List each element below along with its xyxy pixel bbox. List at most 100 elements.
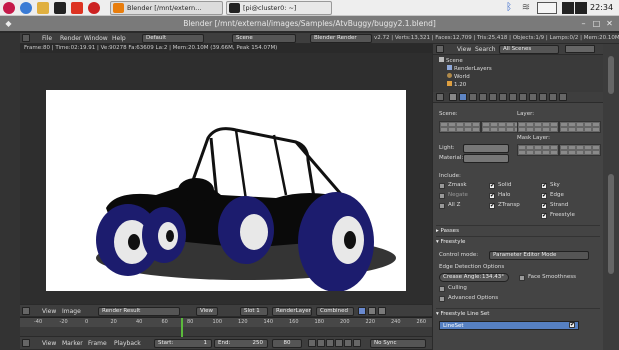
next-keyframe-icon[interactable]	[344, 339, 352, 347]
scene-select[interactable]: Scene	[232, 34, 296, 43]
outliner-scroll-thumb[interactable]	[608, 56, 614, 94]
scene-layer-grid[interactable]	[439, 121, 481, 133]
prev-keyframe-icon[interactable]	[317, 339, 325, 347]
light-field[interactable]	[463, 144, 509, 153]
freestyle-section[interactable]: ▾ Freestyle	[436, 236, 600, 246]
outliner-scrollbar[interactable]	[603, 44, 619, 350]
menu-playback[interactable]: Playback	[114, 339, 141, 348]
bluetooth-icon[interactable]: ᛒ	[503, 2, 515, 14]
layer-grid-2[interactable]	[559, 121, 601, 133]
menu-help[interactable]: Help	[112, 34, 126, 43]
include-halo-checkbox[interactable]	[489, 192, 495, 199]
include-solid-checkbox[interactable]	[489, 182, 495, 189]
terminal-icon[interactable]	[54, 2, 66, 14]
properties-scroll-thumb[interactable]	[608, 174, 614, 274]
texture-tab-icon[interactable]	[539, 93, 547, 101]
zbuffer-icon[interactable]	[378, 307, 386, 315]
menu-marker[interactable]: Marker	[62, 339, 83, 348]
timeline-editor-type-icon[interactable]	[22, 339, 30, 347]
jump-end-icon[interactable]	[353, 339, 361, 347]
properties-editor-type-icon[interactable]	[436, 93, 444, 101]
physics-tab-icon[interactable]	[559, 93, 567, 101]
culling-checkbox[interactable]	[439, 286, 445, 292]
play-reverse-icon[interactable]	[326, 339, 334, 347]
lineset-enable-checkbox[interactable]	[569, 321, 575, 328]
include-edge-checkbox[interactable]	[541, 192, 547, 199]
raspberry-menu-icon[interactable]	[3, 2, 15, 14]
render-tab-icon[interactable]	[449, 93, 457, 101]
display-channels-icon[interactable]	[358, 307, 366, 315]
eject-icon[interactable]	[575, 2, 587, 14]
menu-frame[interactable]: Frame	[88, 339, 107, 348]
include-strand-checkbox[interactable]	[541, 202, 547, 209]
menu-file[interactable]: File	[42, 34, 52, 43]
play-icon[interactable]	[335, 339, 343, 347]
include-ztransp-checkbox[interactable]	[489, 202, 495, 209]
outliner-display-select[interactable]: All Scenes	[499, 45, 559, 54]
image-editor-canvas[interactable]	[20, 53, 432, 304]
outliner-view-menu[interactable]: View	[457, 45, 471, 54]
outliner-renderlayers[interactable]: RenderLayers	[447, 65, 492, 72]
freestyle-lineset-section[interactable]: ▾ Freestyle Line Set	[436, 308, 600, 318]
wifi-icon[interactable]: ≋	[520, 2, 532, 14]
outliner-world[interactable]: World	[447, 73, 470, 80]
menu-render[interactable]: Render	[60, 34, 81, 43]
maximize-icon[interactable]: □	[591, 18, 602, 29]
include-zmask-checkbox[interactable]	[439, 183, 445, 189]
web-browser-icon[interactable]	[20, 2, 32, 14]
minimize-icon[interactable]: –	[578, 18, 589, 29]
menu-view[interactable]: View	[42, 307, 56, 316]
data-tab-icon[interactable]	[519, 93, 527, 101]
layer-grid[interactable]	[517, 121, 559, 133]
render-layers-tab-icon[interactable]	[459, 93, 467, 101]
particles-tab-icon[interactable]	[549, 93, 557, 101]
wolfram-icon[interactable]	[71, 2, 83, 14]
menu-image[interactable]: Image	[62, 307, 81, 316]
constraints-tab-icon[interactable]	[499, 93, 507, 101]
passes-section[interactable]: ▸ Passes	[436, 225, 600, 235]
slot-select[interactable]: Slot 1	[240, 307, 268, 316]
current-frame-marker[interactable]	[181, 318, 184, 337]
mask-layer-grid[interactable]	[517, 144, 559, 156]
lineset-list[interactable]: LineSet	[439, 321, 579, 330]
mask-layer-grid-2[interactable]	[559, 144, 601, 156]
render-engine-select[interactable]: Blender Render	[310, 34, 372, 43]
include-sky-checkbox[interactable]	[541, 182, 547, 189]
include-negate-checkbox[interactable]	[439, 193, 445, 199]
face-smoothness-checkbox[interactable]	[519, 275, 525, 281]
info-editor-type-icon[interactable]	[22, 34, 30, 42]
sync-select[interactable]: No Sync	[370, 339, 426, 348]
scene-tab-icon[interactable]	[469, 93, 477, 101]
render-result-image[interactable]	[46, 90, 406, 291]
pass-select[interactable]: Combined	[316, 307, 354, 316]
layout-select[interactable]: Default	[142, 34, 204, 43]
outliner-search-icon[interactable]	[565, 45, 595, 53]
crease-angle-field[interactable]: Crease Angle: 134.43°	[439, 273, 509, 282]
outliner[interactable]: Scene RenderLayers World 1.20	[433, 55, 603, 92]
jump-start-icon[interactable]	[308, 339, 316, 347]
start-frame-field[interactable]: Start: 1	[154, 339, 212, 348]
end-frame-field[interactable]: End: 250	[214, 339, 268, 348]
outliner-search-menu[interactable]: Search	[475, 45, 496, 54]
task-terminal[interactable]: [pi@cluster0: ~]	[226, 1, 332, 15]
include-all-z-checkbox[interactable]	[439, 203, 445, 209]
antivirus-icon[interactable]	[88, 2, 100, 14]
menu-window[interactable]: Window	[84, 34, 108, 43]
menu-timeline-view[interactable]: View	[42, 339, 56, 348]
control-mode-select[interactable]: Parameter Editor Mode	[489, 251, 589, 260]
outliner-object[interactable]: 1.20	[447, 81, 466, 88]
include-freestyle-checkbox[interactable]	[541, 212, 547, 219]
image-editor-type-icon[interactable]	[22, 307, 30, 315]
render-layer-select[interactable]: RenderLayer	[272, 307, 312, 316]
material-field[interactable]	[463, 154, 509, 163]
alpha-channel-icon[interactable]	[368, 307, 376, 315]
modifiers-tab-icon[interactable]	[509, 93, 517, 101]
view-select[interactable]: View	[196, 307, 218, 316]
outliner-editor-type-icon[interactable]	[436, 45, 444, 53]
world-tab-icon[interactable]	[479, 93, 487, 101]
material-tab-icon[interactable]	[529, 93, 537, 101]
volume-icon[interactable]	[562, 2, 574, 14]
task-blender[interactable]: Blender [/mnt/extern…	[110, 1, 223, 15]
object-tab-icon[interactable]	[489, 93, 497, 101]
close-icon[interactable]: ✕	[604, 18, 615, 29]
